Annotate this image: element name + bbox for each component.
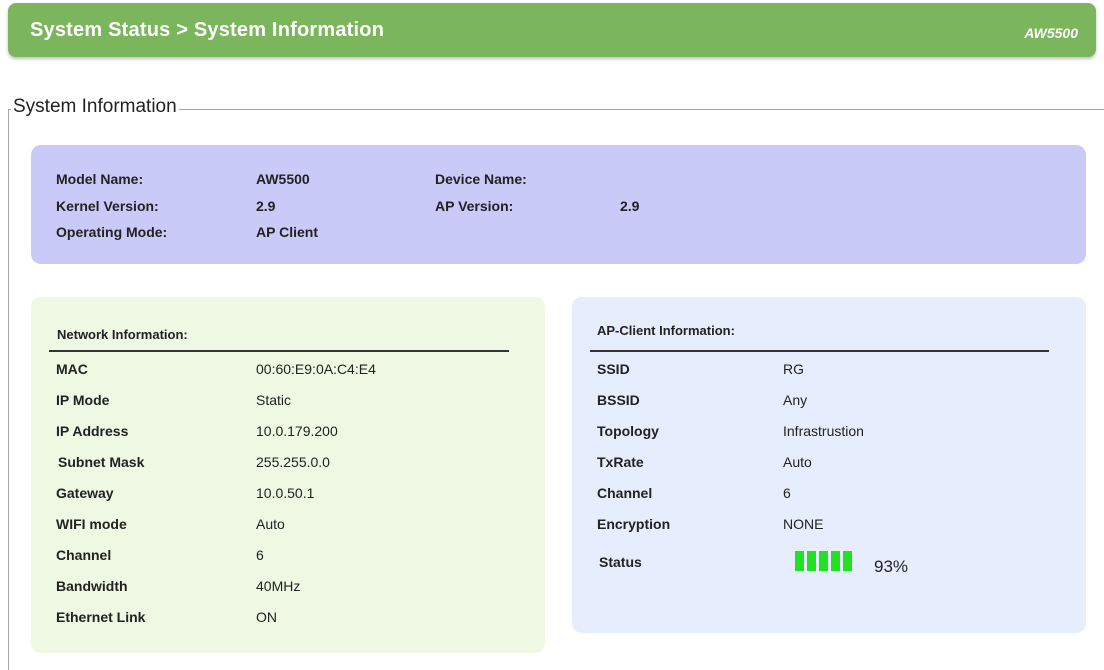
gateway-value: 10.0.50.1 bbox=[256, 485, 315, 501]
subnet-mask-value: 255.255.0.0 bbox=[256, 454, 330, 470]
operating-mode-value: AP Client bbox=[256, 224, 318, 240]
signal-percent: 93% bbox=[874, 557, 909, 576]
ethernet-link-value: ON bbox=[256, 609, 277, 625]
signal-bar bbox=[819, 551, 828, 571]
ap-channel-label: Channel bbox=[597, 485, 653, 501]
wifi-mode-value: Auto bbox=[256, 516, 285, 532]
topology-label: Topology bbox=[597, 423, 659, 439]
ap-version-label: AP Version: bbox=[435, 198, 514, 214]
mac-value: 00:60:E9:0A:C4:E4 bbox=[256, 361, 376, 377]
channel-value: 6 bbox=[256, 547, 264, 563]
ap-version-value: 2.9 bbox=[620, 198, 640, 214]
header-model-name: AW5500 bbox=[1024, 25, 1078, 41]
model-name-label: Model Name: bbox=[56, 171, 144, 187]
ssid-label: SSID bbox=[597, 361, 630, 377]
bssid-value: Any bbox=[783, 392, 808, 408]
ip-address-value: 10.0.179.200 bbox=[256, 423, 338, 439]
operating-mode-label: Operating Mode: bbox=[56, 224, 168, 240]
encryption-value: NONE bbox=[783, 516, 824, 532]
network-title-divider bbox=[49, 350, 509, 352]
device-summary-panel: Model Name: AW5500 Device Name: Kernel V… bbox=[31, 145, 1086, 264]
signal-bar bbox=[843, 551, 852, 571]
bssid-label: BSSID bbox=[597, 392, 640, 408]
kernel-version-value: 2.9 bbox=[256, 198, 276, 214]
ap-client-information-title: AP-Client Information: bbox=[597, 323, 735, 338]
device-name-label: Device Name: bbox=[435, 171, 527, 187]
ip-mode-label: IP Mode bbox=[56, 392, 110, 408]
topology-value: Infrastrustion bbox=[783, 423, 864, 439]
bandwidth-value: 40MHz bbox=[256, 578, 301, 594]
txrate-value: Auto bbox=[783, 454, 812, 470]
txrate-label: TxRate bbox=[597, 454, 644, 470]
signal-strength-icon bbox=[795, 551, 852, 571]
ap-client-title-divider bbox=[590, 350, 1049, 352]
signal-bar bbox=[807, 551, 816, 571]
mac-label: MAC bbox=[56, 361, 88, 377]
ip-mode-value: Static bbox=[256, 392, 292, 408]
section-legend: System Information bbox=[11, 96, 179, 118]
bandwidth-label: Bandwidth bbox=[56, 578, 128, 594]
network-information-title: Network Information: bbox=[57, 327, 188, 342]
page-title: System Status > System Information bbox=[30, 19, 385, 41]
ap-channel-value: 6 bbox=[783, 485, 791, 501]
ethernet-link-label: Ethernet Link bbox=[56, 609, 146, 625]
ssid-value: RG bbox=[783, 361, 804, 377]
ap-client-information-panel: AP-Client Information: SSID RG BSSID Any… bbox=[572, 297, 1086, 633]
ip-address-label: IP Address bbox=[56, 423, 129, 439]
signal-bar bbox=[831, 551, 840, 571]
channel-label: Channel bbox=[56, 547, 112, 563]
signal-bar bbox=[795, 551, 804, 571]
model-name-value: AW5500 bbox=[256, 171, 310, 187]
kernel-version-label: Kernel Version: bbox=[56, 198, 159, 214]
encryption-label: Encryption bbox=[597, 516, 671, 532]
page-header: System Status > System Information AW550… bbox=[8, 3, 1096, 57]
network-information-panel: Network Information: MAC 00:60:E9:0A:C4:… bbox=[31, 297, 545, 653]
wifi-mode-label: WIFI mode bbox=[56, 516, 127, 532]
gateway-label: Gateway bbox=[56, 485, 114, 501]
subnet-mask-label: Subnet Mask bbox=[58, 454, 145, 470]
status-label: Status bbox=[599, 554, 642, 570]
